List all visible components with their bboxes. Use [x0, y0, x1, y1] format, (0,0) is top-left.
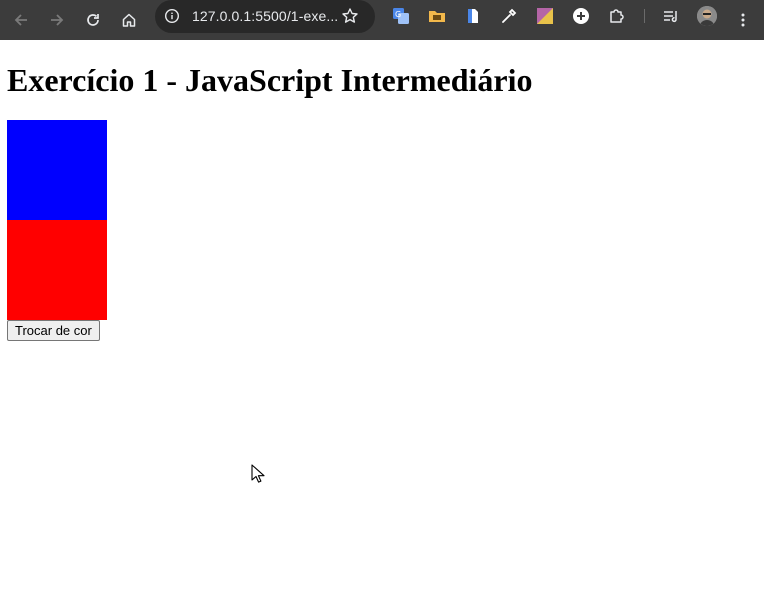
profile-avatar[interactable]: [697, 6, 717, 26]
arrow-left-icon: [14, 14, 27, 26]
color-extension-icon[interactable]: [536, 7, 554, 25]
eyedropper-extension-icon[interactable]: [500, 7, 518, 25]
red-box: [7, 220, 107, 320]
home-icon: [122, 13, 136, 27]
page-title: Exercício 1 - JavaScript Intermediário: [7, 62, 533, 98]
bookmark-star-icon[interactable]: [341, 7, 359, 25]
back-button[interactable]: [7, 6, 35, 34]
url-text: 127.0.0.1:5500/1-exe...: [192, 8, 339, 24]
blue-box: [7, 120, 107, 220]
mouse-cursor-icon: [251, 464, 265, 483]
home-button[interactable]: [115, 6, 143, 34]
site-info-icon[interactable]: [164, 8, 180, 24]
forward-button[interactable]: [43, 6, 71, 34]
menu-button[interactable]: [729, 6, 757, 34]
folder-extension-icon[interactable]: [428, 7, 446, 25]
document-extension-icon[interactable]: [464, 7, 482, 25]
reading-list-icon[interactable]: [662, 7, 680, 25]
reload-button[interactable]: [79, 6, 107, 34]
kebab-menu-icon: [741, 13, 745, 27]
add-circle-extension-icon[interactable]: [572, 7, 590, 25]
change-color-button[interactable]: Trocar de cor: [7, 320, 100, 341]
puzzle-extensions-icon[interactable]: [608, 7, 626, 25]
address-bar[interactable]: 127.0.0.1:5500/1-exe...: [155, 0, 375, 33]
arrow-right-icon: [51, 14, 64, 26]
translate-extension-icon[interactable]: G: [392, 7, 410, 25]
browser-toolbar: 127.0.0.1:5500/1-exe... G: [0, 0, 764, 40]
reload-icon: [87, 14, 99, 26]
page-content: Exercício 1 - JavaScript Intermediário T…: [0, 40, 764, 616]
toolbar-separator: [644, 9, 645, 23]
svg-text:G: G: [395, 10, 401, 19]
profile-avatar-icon: [697, 6, 717, 26]
